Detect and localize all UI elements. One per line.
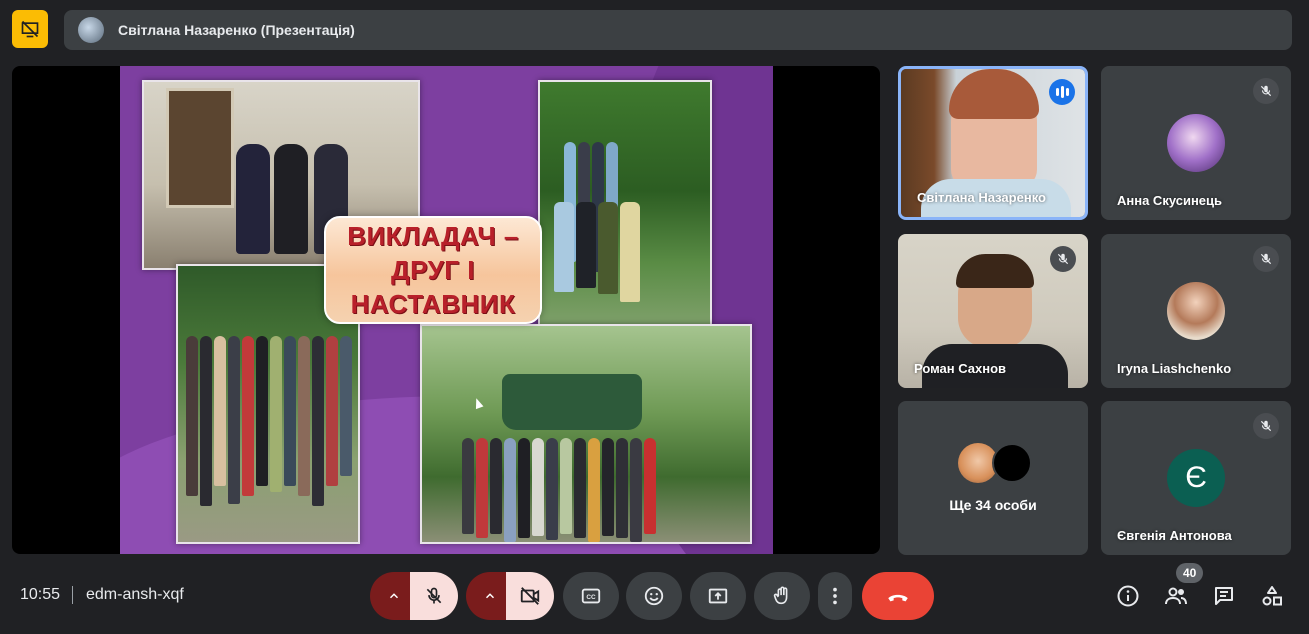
more-vert-icon: [833, 587, 837, 605]
participant-name: Світлана Назаренко: [917, 190, 1046, 205]
meeting-details-button[interactable]: [1114, 582, 1142, 610]
speaking-indicator-icon: [1049, 79, 1075, 105]
presenter-banner: Світлана Назаренко (Презентація): [64, 10, 1292, 50]
participant-tile-overflow[interactable]: Ще 34 особи: [898, 401, 1088, 555]
chevron-up-icon: [485, 593, 495, 599]
participant-avatar: [1167, 282, 1225, 340]
overflow-avatar-2: [992, 443, 1032, 483]
slide-title: ВИКЛАДАЧ – ДРУГ І НАСТАВНИК: [324, 216, 542, 324]
people-button[interactable]: [1162, 582, 1190, 610]
presentation-stage[interactable]: ВИКЛАДАЧ – ДРУГ І НАСТАВНИК: [12, 66, 880, 554]
participant-name: Роман Сахнов: [914, 361, 1007, 376]
mic-off-icon: [426, 587, 442, 604]
chevron-up-icon: [389, 593, 399, 599]
captions-button[interactable]: CC: [563, 572, 619, 620]
activities-shapes-icon: [1262, 586, 1282, 606]
participant-initial-avatar: Є: [1167, 449, 1225, 507]
more-options-button[interactable]: [818, 572, 852, 620]
participant-count-badge: 40: [1176, 563, 1204, 583]
mic-off-icon: [1253, 246, 1279, 272]
mic-toggle-button[interactable]: [410, 572, 458, 620]
slide-title-line-2: ДРУГ І: [391, 255, 475, 285]
participant-tile-yevheniia[interactable]: Є Євгенія Антонова: [1101, 401, 1291, 555]
slide-title-line-3: НАСТАВНИК: [350, 289, 516, 319]
mic-off-icon: [1253, 78, 1279, 104]
overflow-participants-label: Ще 34 особи: [949, 497, 1037, 513]
participant-name: Iryna Liashchenko: [1117, 361, 1232, 376]
hand-icon: [773, 586, 788, 605]
presenter-avatar: [78, 17, 104, 43]
mic-off-icon: [1050, 246, 1076, 272]
emoji-icon: [644, 586, 664, 606]
reactions-button[interactable]: [626, 572, 682, 620]
participant-avatar: [1167, 114, 1225, 172]
participant-name: Анна Скусинець: [1117, 193, 1223, 208]
participant-tile-svitlana[interactable]: Світлана Назаренко: [898, 66, 1088, 220]
stop-presenting-button[interactable]: [12, 10, 48, 48]
participant-tile-roman[interactable]: Роман Сахнов: [898, 234, 1088, 388]
closed-captions-icon: CC: [581, 588, 601, 604]
activities-button[interactable]: [1258, 582, 1286, 610]
slide-photo-group-trees: [538, 80, 712, 326]
presenter-label: Світлана Назаренко (Презентація): [118, 22, 355, 38]
leave-call-button[interactable]: [862, 572, 934, 620]
presentation-off-icon: [21, 20, 39, 38]
slide-title-line-1: ВИКЛАДАЧ –: [347, 221, 519, 251]
slide-photo-tank-memorial: [420, 324, 752, 544]
svg-text:CC: CC: [586, 594, 596, 601]
people-icon: [1165, 587, 1187, 605]
divider: [72, 586, 73, 604]
mic-off-icon: [1253, 413, 1279, 439]
hang-up-icon: [888, 594, 908, 602]
presentation-slide: ВИКЛАДАЧ – ДРУГ І НАСТАВНИК: [120, 66, 773, 554]
present-screen-icon: [708, 588, 728, 604]
info-icon: [1117, 585, 1139, 607]
present-now-button[interactable]: [690, 572, 746, 620]
clock: 10:55: [20, 586, 61, 603]
camera-toggle-button[interactable]: [506, 572, 554, 620]
meeting-code[interactable]: edm-ansh-xqf: [86, 586, 184, 604]
participant-tile-anna[interactable]: Анна Скусинець: [1101, 66, 1291, 220]
chat-icon: [1215, 587, 1233, 605]
participant-tile-iryna[interactable]: Iryna Liashchenko: [1101, 234, 1291, 388]
raise-hand-button[interactable]: [754, 572, 810, 620]
participant-name: Євгенія Антонова: [1117, 528, 1232, 543]
camera-off-icon: [520, 587, 540, 605]
chat-button[interactable]: [1210, 582, 1238, 610]
